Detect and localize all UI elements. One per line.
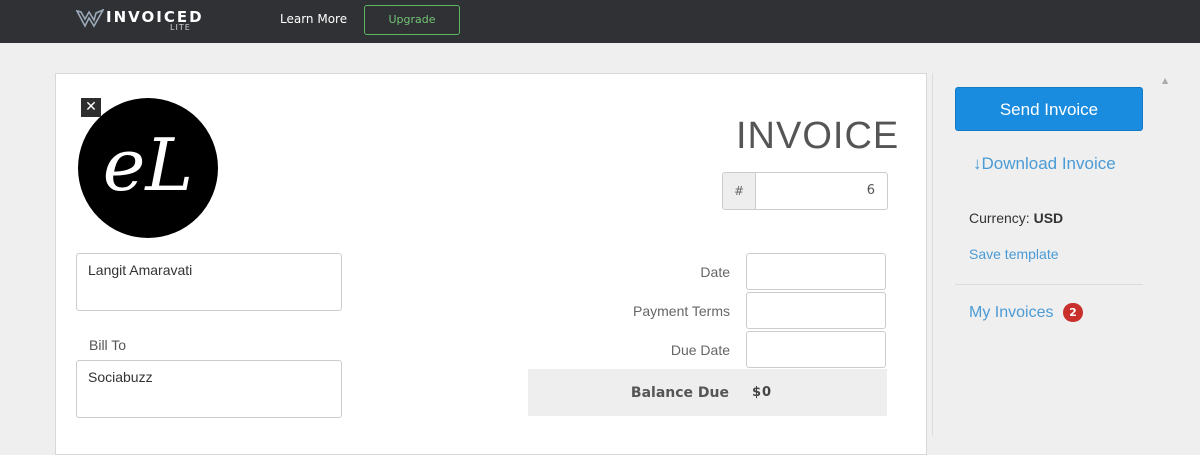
save-template-link[interactable]: Save template bbox=[969, 246, 1059, 262]
sidebar-separator bbox=[955, 284, 1143, 285]
invoice-title[interactable]: INVOICE bbox=[736, 114, 899, 158]
invoice-sheet: eL ✕ INVOICE # 6 Langit Amaravati Bill T… bbox=[55, 73, 927, 455]
currency-label: Currency: bbox=[969, 210, 1030, 226]
learn-more-link[interactable]: Learn More bbox=[280, 12, 347, 26]
download-invoice-link[interactable]: ↓Download Invoice bbox=[973, 154, 1116, 174]
logo-letters: eL bbox=[102, 123, 194, 207]
upgrade-button[interactable]: Upgrade bbox=[364, 5, 460, 35]
from-address-field[interactable]: Langit Amaravati bbox=[76, 253, 342, 311]
my-invoices-count-badge: 2 bbox=[1063, 303, 1083, 322]
payment-terms-label: Payment Terms bbox=[633, 303, 730, 319]
currency-value: USD bbox=[1033, 210, 1064, 226]
payment-terms-input[interactable] bbox=[746, 292, 886, 329]
sidebar-divider bbox=[932, 73, 933, 436]
balance-due-row: Balance Due $0 bbox=[528, 369, 887, 416]
balance-due-label: Balance Due bbox=[630, 385, 729, 401]
company-logo-image[interactable]: eL bbox=[78, 98, 218, 238]
due-date-input[interactable] bbox=[746, 331, 886, 368]
logo-subtext: LITE bbox=[170, 23, 191, 32]
currency-setting[interactable]: Currency: USD bbox=[969, 210, 1063, 226]
due-date-label: Due Date bbox=[670, 342, 730, 358]
top-navigation-bar: INVOICED LITE Learn More Upgrade bbox=[0, 0, 1200, 43]
invoice-number-field[interactable]: # 6 bbox=[722, 172, 888, 210]
my-invoices-link[interactable]: My Invoices bbox=[969, 303, 1053, 322]
send-invoice-button[interactable]: Send Invoice bbox=[955, 87, 1143, 131]
date-input[interactable] bbox=[746, 253, 886, 290]
brand-logo[interactable]: INVOICED LITE bbox=[76, 8, 216, 34]
bill-to-label: Bill To bbox=[89, 337, 127, 353]
download-invoice-label: Download Invoice bbox=[981, 154, 1116, 173]
invoice-number-prefix: # bbox=[723, 173, 756, 209]
scroll-up-arrow-icon[interactable]: ▲ bbox=[1162, 76, 1168, 85]
logo-bird-icon bbox=[76, 9, 104, 28]
balance-due-value: $0 bbox=[752, 385, 773, 400]
date-label: Date bbox=[700, 264, 730, 280]
invoice-number-input[interactable]: 6 bbox=[757, 173, 875, 209]
arrow-down-icon: ↓ bbox=[973, 154, 982, 173]
remove-logo-icon[interactable]: ✕ bbox=[81, 98, 101, 117]
bill-to-field[interactable]: Sociabuzz bbox=[76, 360, 342, 418]
